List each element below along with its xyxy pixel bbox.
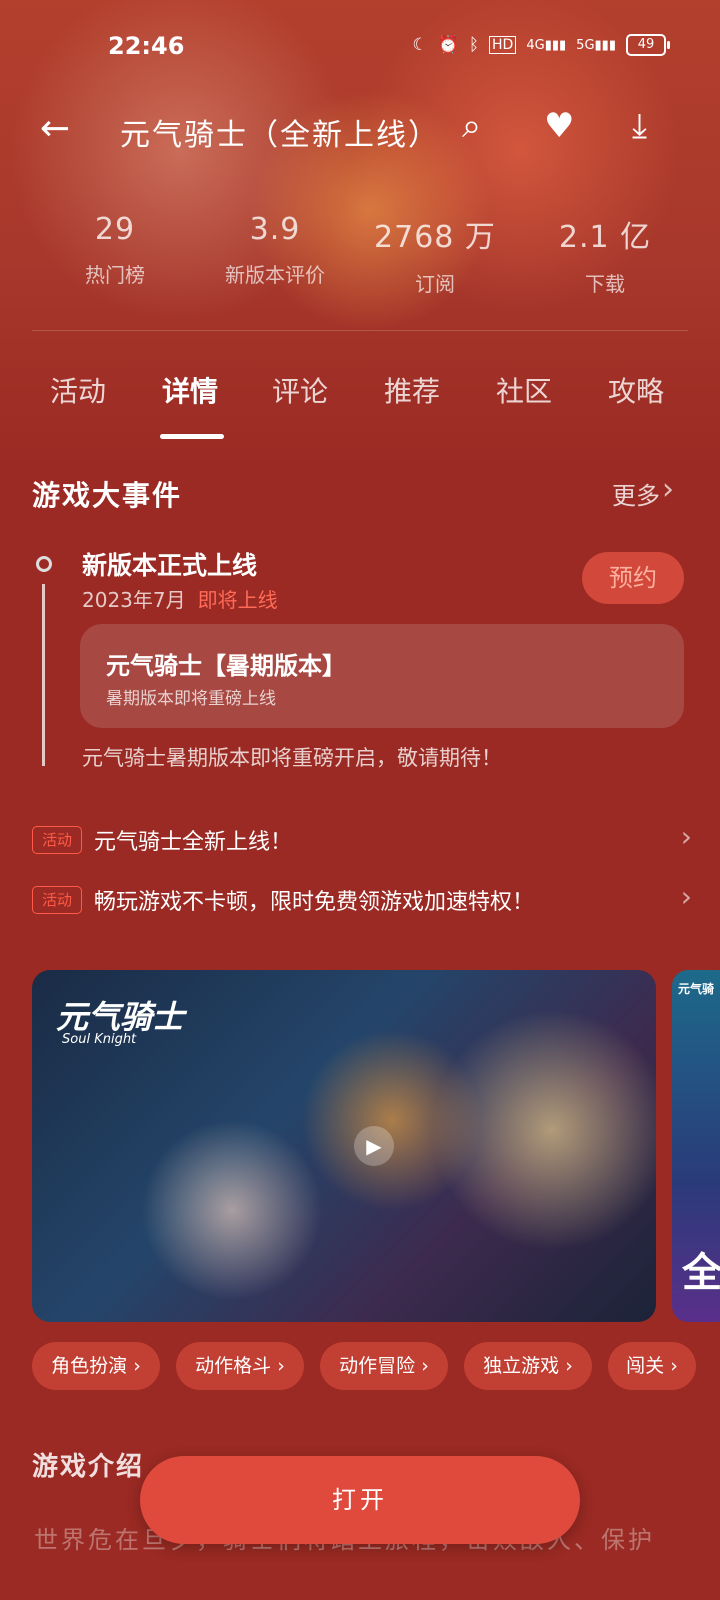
tag-chip[interactable]: 动作格斗 › — [176, 1342, 304, 1390]
download-icon[interactable]: ⤓ — [632, 106, 647, 146]
event-card[interactable]: 元气骑士【暑期版本】 暑期版本即将重磅上线 — [80, 624, 684, 728]
stat-label: 下载 — [585, 272, 625, 296]
4g-signal-icon: 4G▮▮▮ — [526, 37, 567, 53]
search-icon[interactable]: ⌕ — [462, 106, 481, 146]
tab-reviews[interactable]: 评论 — [272, 370, 328, 410]
open-button[interactable]: 打开 — [140, 1456, 580, 1544]
chevron-right-icon[interactable]: › — [662, 472, 674, 507]
stat-value: 3.9 — [249, 212, 301, 247]
5g-signal-icon: 5G▮▮▮ — [576, 37, 616, 53]
top-bar: ← 元气骑士（全新上线） ⌕ ♥ ⤓ — [0, 100, 720, 156]
intro-title: 游戏介绍 — [32, 1452, 145, 1482]
promo-badge: 活动 — [32, 886, 82, 914]
tab-community[interactable]: 社区 — [496, 370, 552, 410]
chevron-right-icon: › — [680, 820, 692, 853]
bluetooth-icon: ᛒ — [468, 35, 480, 55]
net-label-4g: 4G — [526, 37, 545, 53]
video-thumbnail[interactable]: 元气骑士 Soul Knight ▶ — [32, 970, 656, 1322]
net-label-5g: 5G — [576, 37, 595, 53]
back-arrow-icon[interactable]: ← — [40, 108, 70, 149]
tag-chip[interactable]: 闯关 › — [608, 1342, 696, 1390]
tag-chip[interactable]: 独立游戏 › — [464, 1342, 592, 1390]
tab-guides[interactable]: 攻略 — [608, 370, 664, 410]
status-time: 22:46 — [108, 32, 185, 60]
promo-badge: 活动 — [32, 826, 82, 854]
status-icons: ☾ ⏰ ᛒ HD 4G▮▮▮ 5G▮▮▮ 49 — [412, 34, 670, 56]
event-date: 2023年7月 即将上线 — [82, 584, 278, 613]
tab-details[interactable]: 详情 — [162, 370, 218, 410]
reserve-button[interactable]: 预约 — [582, 552, 684, 604]
stat-value: 2768 万 — [374, 220, 496, 255]
promo-item[interactable]: 活动 元气骑士全新上线！ › — [32, 820, 692, 860]
heart-icon[interactable]: ♥ — [544, 106, 574, 146]
tab-recommend[interactable]: 推荐 — [384, 370, 440, 410]
divider — [32, 330, 688, 331]
screenshot-logo: 元气骑 — [678, 982, 715, 996]
stat-label: 新版本评价 — [225, 263, 325, 287]
status-bar: 22:46 ☾ ⏰ ᛒ HD 4G▮▮▮ 5G▮▮▮ 49 — [0, 30, 720, 66]
screenshot-big-text: 全 — [682, 1250, 720, 1296]
stat-value: 29 — [94, 212, 136, 247]
stat-subscriptions[interactable]: 2768 万 订阅 — [360, 212, 510, 297]
event-card-subtitle: 暑期版本即将重磅上线 — [106, 689, 276, 709]
stat-label: 订阅 — [415, 272, 455, 296]
chevron-right-icon: › — [680, 880, 692, 913]
promo-text: 元气骑士全新上线！ — [94, 830, 293, 855]
alarm-icon: ⏰ — [437, 35, 459, 55]
tag-chip[interactable]: 角色扮演 › — [32, 1342, 160, 1390]
tag-list: 角色扮演 › 动作格斗 › 动作冒险 › 独立游戏 › 闯关 › — [0, 1342, 720, 1390]
hd-icon: HD — [489, 36, 517, 54]
battery-icon: 49 — [626, 34, 670, 56]
more-link[interactable]: 更多 — [612, 476, 660, 511]
event-description: 元气骑士暑期版本即将重磅开启，敬请期待！ — [82, 746, 502, 770]
page-title: 元气骑士（全新上线） — [120, 118, 440, 153]
game-logo-subtitle: Soul Knight — [62, 1032, 137, 1047]
play-icon[interactable]: ▶ — [354, 1126, 394, 1166]
event-date-text: 2023年7月 — [82, 588, 186, 612]
promo-text: 畅玩游戏不卡顿，限时免费领游戏加速特权！ — [94, 890, 535, 915]
moon-icon: ☾ — [412, 35, 428, 55]
timeline-dot — [36, 556, 52, 572]
event-status: 即将上线 — [197, 588, 278, 612]
screenshot-thumbnail[interactable]: 元气骑 全 — [672, 970, 720, 1322]
events-section-title: 游戏大事件 — [32, 479, 183, 512]
promo-item[interactable]: 活动 畅玩游戏不卡顿，限时免费领游戏加速特权！ › — [32, 880, 692, 920]
active-tab-indicator — [160, 434, 224, 439]
stat-value: 2.1 亿 — [558, 220, 652, 255]
event-card-title: 元气骑士【暑期版本】 — [106, 652, 346, 680]
timeline-line — [42, 584, 45, 766]
stat-rating[interactable]: 3.9 新版本评价 — [200, 212, 350, 288]
stat-rank[interactable]: 29 热门榜 — [40, 212, 190, 288]
stat-label: 热门榜 — [85, 263, 145, 287]
stat-downloads[interactable]: 2.1 亿 下载 — [530, 212, 680, 297]
event-title: 新版本正式上线 — [82, 551, 258, 580]
tag-chip[interactable]: 动作冒险 › — [320, 1342, 448, 1390]
tab-activity[interactable]: 活动 — [50, 370, 106, 410]
